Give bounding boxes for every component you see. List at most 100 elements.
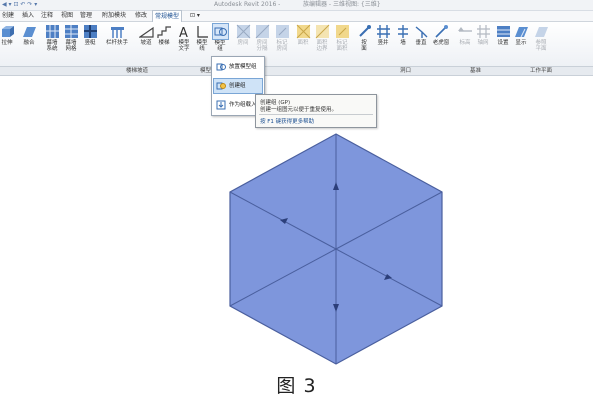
show-workplane-icon xyxy=(514,24,529,39)
load-as-group-icon xyxy=(216,100,226,110)
create-group-item[interactable]: 创建组 xyxy=(213,78,263,94)
curtain-system-icon xyxy=(45,24,60,39)
model-line-button[interactable]: 模型线 xyxy=(194,24,210,52)
room-separator-button[interactable]: 房间 分隔 xyxy=(254,24,270,52)
blend-button[interactable]: 融合 xyxy=(22,24,36,46)
mullion-button[interactable]: 竖梃 xyxy=(82,24,98,46)
curtain-system-button[interactable]: 幕墙 系统 xyxy=(43,24,61,52)
panel-work-plane: 工作平面 xyxy=(530,68,553,74)
railing-icon xyxy=(110,24,125,39)
room-separator-label: 房间 分隔 xyxy=(256,40,268,52)
shaft-icon xyxy=(376,24,391,39)
reference-plane-icon xyxy=(534,24,549,39)
curtain-grid-button[interactable]: 幕墙 网格 xyxy=(62,24,80,52)
app-title: Autodesk Revit 2016 - xyxy=(214,1,281,8)
curtain-system-label: 幕墙 系统 xyxy=(46,40,58,52)
area-boundary-icon xyxy=(315,24,330,39)
grid-button[interactable]: 轴网 xyxy=(476,24,490,46)
tab-manage[interactable]: 管理 xyxy=(80,11,92,21)
place-model-group-label: 放置模型组 xyxy=(229,64,257,70)
tag-room-label: 标记 房间 xyxy=(276,40,288,52)
place-group-icon xyxy=(216,62,226,72)
room-separator-icon xyxy=(255,24,270,39)
area-button[interactable]: 面积 xyxy=(296,24,311,46)
vertical-opening-label: 垂直 xyxy=(415,40,427,46)
tab-insert[interactable]: 插入 xyxy=(22,11,34,21)
extrusion-button[interactable]: 拉伸 xyxy=(0,24,14,46)
ramp-icon xyxy=(137,24,154,39)
ramp-label: 坡道 xyxy=(140,40,152,46)
railing-button[interactable]: 栏杆扶手 xyxy=(106,24,128,46)
by-face-icon xyxy=(357,24,372,39)
level-label: 标高 xyxy=(459,40,471,46)
room-button[interactable]: 房间 xyxy=(235,24,251,46)
show-workplane-button[interactable]: 显示 xyxy=(514,24,528,46)
model-group-button[interactable]: 模型组 xyxy=(211,23,229,52)
dormer-label: 老虎窗 xyxy=(432,40,450,46)
blend-label: 融合 xyxy=(23,40,35,46)
tag-room-button[interactable]: 标记 房间 xyxy=(274,24,290,52)
model-line-icon xyxy=(195,24,210,39)
model-group-icon xyxy=(211,23,229,40)
shaft-button[interactable]: 竖井 xyxy=(376,24,390,46)
load-as-group-label: 作为组载入 xyxy=(229,102,257,108)
cube-viewport[interactable] xyxy=(228,132,444,366)
panel-datum: 基准 xyxy=(470,68,482,74)
tag-area-button[interactable]: 标记 面积 xyxy=(334,24,350,52)
dormer-icon xyxy=(434,24,449,39)
wall-opening-icon xyxy=(396,24,411,39)
model-text-button[interactable]: A 模型 文字 xyxy=(175,24,193,52)
model-text-icon: A xyxy=(177,24,192,41)
by-face-button[interactable]: 按面 xyxy=(357,24,371,52)
tooltip-help: 按 F1 键获得更多帮助 xyxy=(260,119,315,125)
quick-access-toolbar[interactable]: ◀ ▾ ⊡ ↶ ↷ ▾ xyxy=(2,0,37,10)
vertical-opening-button[interactable]: 垂直 xyxy=(414,24,428,46)
blend-icon xyxy=(22,24,37,39)
stair-button[interactable]: 楼梯 xyxy=(156,24,172,46)
tooltip: 创建组 (GP) 创建一组图元以便于重复使用。 按 F1 键获得更多帮助 xyxy=(255,94,377,128)
ribbon-panel-bar: 楼梯坡道 模型 洞口 基准 工作平面 xyxy=(0,67,593,76)
curtain-grid-icon xyxy=(64,24,79,39)
vertical-opening-icon xyxy=(414,24,429,39)
panel-model: 模型 xyxy=(200,68,212,74)
file-name: 族编辑器 - 三维视图: {三维} xyxy=(303,1,381,8)
place-model-group-item[interactable]: 放置模型组 xyxy=(214,60,262,74)
model-line-label: 模型线 xyxy=(196,40,208,52)
set-workplane-button[interactable]: 设置 xyxy=(496,24,510,46)
level-icon xyxy=(458,24,473,39)
wall-opening-button[interactable]: 墙 xyxy=(396,24,410,46)
area-label: 面积 xyxy=(297,40,309,46)
tab-annotate[interactable]: 注释 xyxy=(41,11,53,21)
level-button[interactable]: 标高 xyxy=(458,24,472,46)
model-text-label: 模型 文字 xyxy=(178,40,190,52)
tab-addins[interactable]: 附加模块 xyxy=(102,11,126,21)
title-bar: ◀ ▾ ⊡ ↶ ↷ ▾ Autodesk Revit 2016 - 族编辑器 -… xyxy=(0,0,593,11)
dormer-button[interactable]: 老虎窗 xyxy=(432,24,450,46)
by-face-label: 按面 xyxy=(361,40,367,52)
set-workplane-label: 设置 xyxy=(497,40,509,46)
tab-options[interactable]: ⊡ ▾ xyxy=(190,11,200,21)
area-boundary-label: 面积 边界 xyxy=(316,40,328,52)
curtain-grid-label: 幕墙 网格 xyxy=(65,40,77,52)
tab-create[interactable]: 创建 xyxy=(2,11,14,21)
stair-icon xyxy=(156,24,172,39)
ramp-button[interactable]: 坡道 xyxy=(137,24,154,46)
tag-area-label: 标记 面积 xyxy=(336,40,348,52)
room-label: 房间 xyxy=(237,40,249,46)
reference-plane-button[interactable]: 参照 平面 xyxy=(532,24,550,52)
create-group-icon xyxy=(216,81,226,91)
tab-generic-model[interactable]: 常规模型 xyxy=(152,10,183,22)
tab-modify[interactable]: 修改 xyxy=(135,11,147,21)
svg-text:A: A xyxy=(179,26,188,39)
tag-area-icon xyxy=(335,24,350,39)
room-icon xyxy=(236,24,251,39)
tooltip-description: 创建一组图元以便于重复使用。 xyxy=(260,107,338,113)
area-boundary-button[interactable]: 面积 边界 xyxy=(314,24,330,52)
ribbon: 拉伸 融合 幕墙 系统 幕墙 网格 竖梃 栏杆扶手 坡道 楼梯 A 模型 文字 模型线… xyxy=(0,22,593,67)
panel-stairs-ramps: 楼梯坡道 xyxy=(126,68,149,74)
figure-caption: 图 3 xyxy=(276,375,317,397)
area-icon xyxy=(296,24,311,39)
tab-view[interactable]: 视图 xyxy=(61,11,73,21)
shaft-label: 竖井 xyxy=(377,40,389,46)
set-workplane-icon xyxy=(496,24,511,39)
